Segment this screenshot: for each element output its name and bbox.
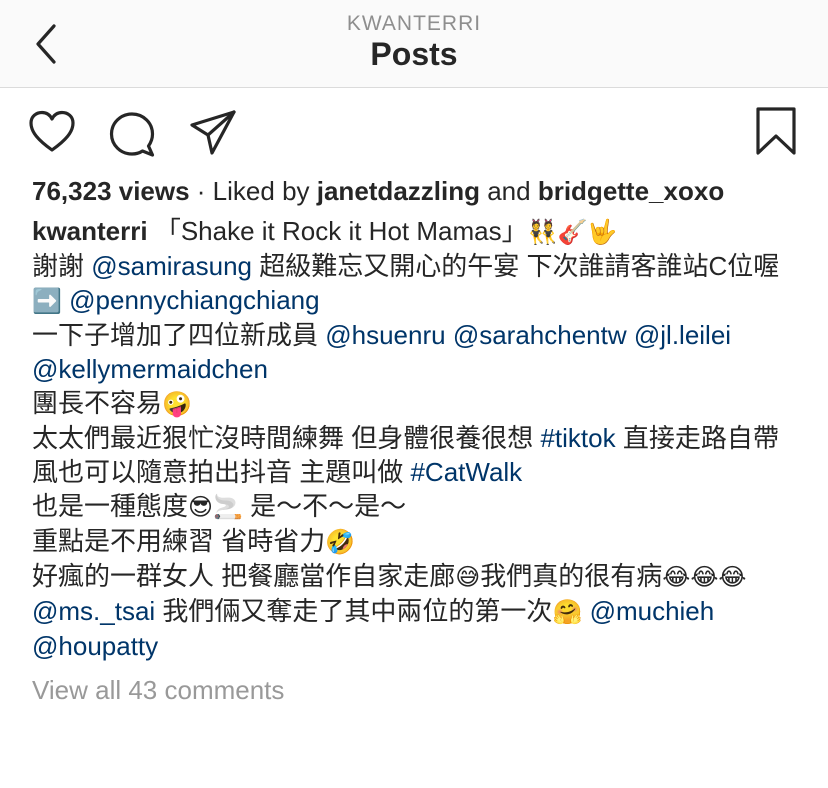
page-title: Posts xyxy=(370,36,458,72)
caption-line: 好瘋的一群女人 把餐廳當作自家走廊😅我們真的很有病😂😂😂 xyxy=(32,559,796,594)
caption-text: 謝謝 xyxy=(32,251,92,281)
caption-text: 超級難忘又開心的午宴 下次誰請客誰站C位喔 xyxy=(252,251,780,281)
post-actions-bar xyxy=(0,88,828,176)
save-button[interactable] xyxy=(754,106,798,161)
caption-text: 好瘋的一群女人 把餐廳當作自家走廊 xyxy=(32,561,456,591)
emoji: 🤪 xyxy=(162,390,192,418)
caption-line: 重點是不用練習 省時省力🤣 xyxy=(32,524,796,559)
post-details: 76,323 views · Liked by janetdazzling an… xyxy=(0,174,828,707)
mention-link[interactable]: @hsuenru xyxy=(325,320,445,350)
liked-and-label: and xyxy=(480,176,538,206)
hashtag-link[interactable]: #CatWalk xyxy=(410,457,522,487)
caption-text: 也是一種態度 xyxy=(32,491,189,521)
mention-link[interactable]: @jl.leilei xyxy=(634,320,731,350)
views-count[interactable]: 76,323 views xyxy=(32,176,190,206)
top-bar: KWANTERRI Posts xyxy=(0,0,828,88)
mention-link[interactable]: @muchieh xyxy=(590,596,715,626)
mention-link[interactable]: @pennychiangchiang xyxy=(69,285,319,315)
mention-link[interactable]: @ms._tsai xyxy=(32,596,155,626)
emoji: 😎🚬 xyxy=(188,493,243,521)
arrow-right-emoji: ➡️ xyxy=(32,287,62,315)
caption-line: 一下子增加了四位新成員 @hsuenru @sarahchentw @jl.le… xyxy=(32,318,796,386)
post-caption: kwanterri 「Shake it Rock it Hot Mamas」👯🎸… xyxy=(32,214,796,663)
caption-text: 「Shake it Rock it Hot Mamas」 xyxy=(147,216,528,246)
caption-line: kwanterri 「Shake it Rock it Hot Mamas」👯🎸… xyxy=(32,214,796,249)
header-username: KWANTERRI xyxy=(346,12,482,35)
liker-username[interactable]: bridgette_xoxo xyxy=(538,176,724,206)
caption-line: 團長不容易🤪 xyxy=(32,386,796,421)
liker-username[interactable]: janetdazzling xyxy=(317,176,480,206)
heart-icon xyxy=(29,110,75,152)
author-username[interactable]: kwanterri xyxy=(32,216,148,246)
caption-line: 謝謝 @samirasung 超級難忘又開心的午宴 下次誰請客誰站C位喔 xyxy=(32,249,796,283)
mention-link[interactable]: @houpatty xyxy=(32,631,158,661)
share-button[interactable] xyxy=(188,108,238,163)
emoji: 🤣 xyxy=(325,528,356,556)
emoji: 👯🎸🤟 xyxy=(527,218,618,246)
view-all-comments-link[interactable]: View all 43 comments xyxy=(32,673,796,707)
emoji: 😅 xyxy=(455,563,481,591)
bookmark-icon xyxy=(756,107,796,155)
caption-line: ➡️ @pennychiangchiang xyxy=(32,283,796,318)
caption-line: 也是一種態度😎🚬 是～不～是～ xyxy=(32,489,796,524)
emoji: 😂😂😂 xyxy=(662,563,747,591)
mention-link[interactable]: @kellymermaidchen xyxy=(32,354,268,384)
mention-link[interactable]: @sarahchentw xyxy=(453,320,627,350)
caption-text: 團長不容易 xyxy=(32,388,163,418)
like-button[interactable] xyxy=(28,110,76,159)
caption-line: 太太們最近狠忙沒時間練舞 但身體很養很想 #tiktok 直接走路自帶風也可以隨… xyxy=(32,421,796,489)
caption-text: 一下子增加了四位新成員 xyxy=(32,320,326,350)
comment-button[interactable] xyxy=(108,110,156,163)
paper-plane-icon xyxy=(190,110,236,155)
caption-text: 太太們最近狠忙沒時間練舞 但身體很養很想 xyxy=(32,423,541,453)
views-and-likes: 76,323 views · Liked by janetdazzling an… xyxy=(32,174,796,208)
caption-text: 重點是不用練習 省時省力 xyxy=(32,526,326,556)
emoji: 🤗 xyxy=(552,598,583,626)
caption-line: @ms._tsai 我們倆又奪走了其中兩位的第一次🤗 @muchieh @hou… xyxy=(32,594,796,663)
liked-by-label: · Liked by xyxy=(189,176,317,206)
hashtag-link[interactable]: #tiktok xyxy=(540,423,615,453)
caption-text: 是～不～是～ xyxy=(242,491,407,521)
mention-link[interactable]: @samirasung xyxy=(91,251,252,281)
comment-bubble-icon xyxy=(109,112,155,157)
caption-text: 我們倆又奪走了其中兩位的第一次 xyxy=(155,596,553,626)
caption-text: 我們真的很有病 xyxy=(480,561,663,591)
